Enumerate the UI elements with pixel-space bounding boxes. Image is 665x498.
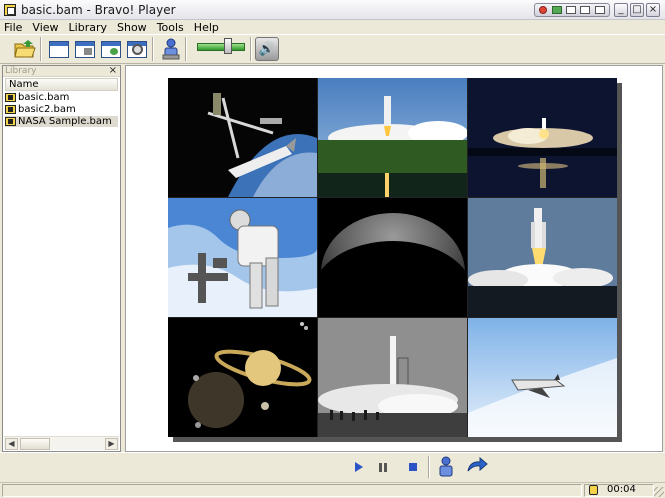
status-pane-main xyxy=(2,484,582,497)
library-window-icon xyxy=(49,40,69,58)
menu-view[interactable]: View xyxy=(32,21,58,34)
menu-tools[interactable]: Tools xyxy=(157,21,184,34)
refresh-view-button[interactable] xyxy=(99,37,123,61)
mini-view-icon[interactable] xyxy=(580,6,591,14)
toolbar-separator xyxy=(152,37,154,61)
column-header-name[interactable]: Name xyxy=(5,78,118,91)
bam-file-icon xyxy=(5,93,16,102)
horizontal-scrollbar[interactable]: ◀ ▶ xyxy=(4,436,119,450)
library-panel: Library × Name basic.bam basic2.bam NASA… xyxy=(2,65,121,452)
file-name: basic.bam xyxy=(18,92,70,103)
slideshow-view-button[interactable] xyxy=(73,37,97,61)
minimize-button[interactable]: _ xyxy=(614,3,628,17)
bam-file-icon xyxy=(5,105,16,114)
bam-file-icon xyxy=(5,117,16,126)
scroll-thumb[interactable] xyxy=(20,438,50,450)
compact-view-icon[interactable] xyxy=(565,6,576,14)
close-button[interactable]: × xyxy=(646,3,660,17)
resize-grip[interactable] xyxy=(654,487,664,497)
controls-separator xyxy=(428,456,430,478)
status-bam-icon xyxy=(589,485,598,495)
title-toolbar-group[interactable] xyxy=(534,3,610,17)
library-header: Library × xyxy=(3,65,120,77)
file-name: basic2.bam xyxy=(18,104,76,115)
skin-icon[interactable] xyxy=(551,6,562,14)
maximize-button[interactable]: □ xyxy=(630,3,644,17)
play-button[interactable] xyxy=(349,457,369,477)
photo-shuttle-launch-day[interactable] xyxy=(468,198,617,317)
pause-button[interactable] xyxy=(373,457,393,477)
slideshow-window-icon xyxy=(75,40,95,58)
repeat-icon xyxy=(467,457,488,472)
photo-night-launch[interactable] xyxy=(468,78,617,197)
library-title: Library xyxy=(5,66,37,76)
scroll-left-button[interactable]: ◀ xyxy=(5,438,18,450)
open-folder-button[interactable] xyxy=(13,37,37,61)
file-name: NASA Sample.bam xyxy=(18,116,112,127)
person-icon xyxy=(162,38,180,60)
photo-grid xyxy=(168,78,617,437)
record-icon[interactable] xyxy=(539,6,548,14)
library-file-list: basic.bam basic2.bam NASA Sample.bam xyxy=(5,92,118,128)
scroll-right-button[interactable]: ▶ xyxy=(105,438,118,450)
open-folder-icon xyxy=(14,40,36,58)
menu-file[interactable]: File xyxy=(4,21,22,34)
speaker-button[interactable]: 🔊 xyxy=(255,37,279,61)
volume-slider-track[interactable] xyxy=(197,43,245,51)
library-view-button[interactable] xyxy=(47,37,71,61)
playback-controls xyxy=(0,452,665,482)
stop-icon xyxy=(409,463,417,471)
app-icon xyxy=(4,3,16,16)
person-control-icon xyxy=(439,456,453,477)
menu-library[interactable]: Library xyxy=(69,21,107,34)
person-button[interactable] xyxy=(159,37,183,61)
menu-show[interactable]: Show xyxy=(117,21,147,34)
capture-window-icon xyxy=(127,40,147,58)
list-item[interactable]: basic.bam xyxy=(5,92,118,103)
person-control-button[interactable] xyxy=(435,455,457,479)
list-item[interactable]: NASA Sample.bam xyxy=(5,116,118,127)
toolbar-separator xyxy=(40,37,42,61)
photo-saturn[interactable] xyxy=(168,318,317,437)
fullscreen-icon[interactable] xyxy=(594,6,605,14)
playback-time: 00:04 xyxy=(607,484,636,495)
capture-view-button[interactable] xyxy=(125,37,149,61)
photo-shuttle-glide[interactable] xyxy=(468,318,617,437)
toolbar-separator xyxy=(185,37,187,61)
list-item[interactable]: basic2.bam xyxy=(5,104,118,115)
menu-help[interactable]: Help xyxy=(194,21,219,34)
refresh-window-icon xyxy=(101,40,121,58)
window-title: basic.bam - Bravo! Player xyxy=(21,2,176,17)
toolbar-separator xyxy=(250,37,252,61)
pause-icon xyxy=(379,462,387,472)
library-close-button[interactable]: × xyxy=(109,65,117,76)
photo-astronaut-spacewalk[interactable] xyxy=(168,198,317,317)
photo-space-station[interactable] xyxy=(168,78,317,197)
speaker-icon: 🔊 xyxy=(258,41,276,57)
play-icon xyxy=(355,462,363,472)
photo-rocket-launch-bw[interactable] xyxy=(318,318,467,437)
stop-button[interactable] xyxy=(403,457,423,477)
volume-slider-thumb[interactable] xyxy=(224,38,232,54)
photo-shuttle-launch-trees[interactable] xyxy=(318,78,467,197)
photo-moon[interactable] xyxy=(318,198,467,317)
menu-bar: File View Library Show Tools Help xyxy=(0,20,665,34)
repeat-button[interactable] xyxy=(465,455,489,479)
